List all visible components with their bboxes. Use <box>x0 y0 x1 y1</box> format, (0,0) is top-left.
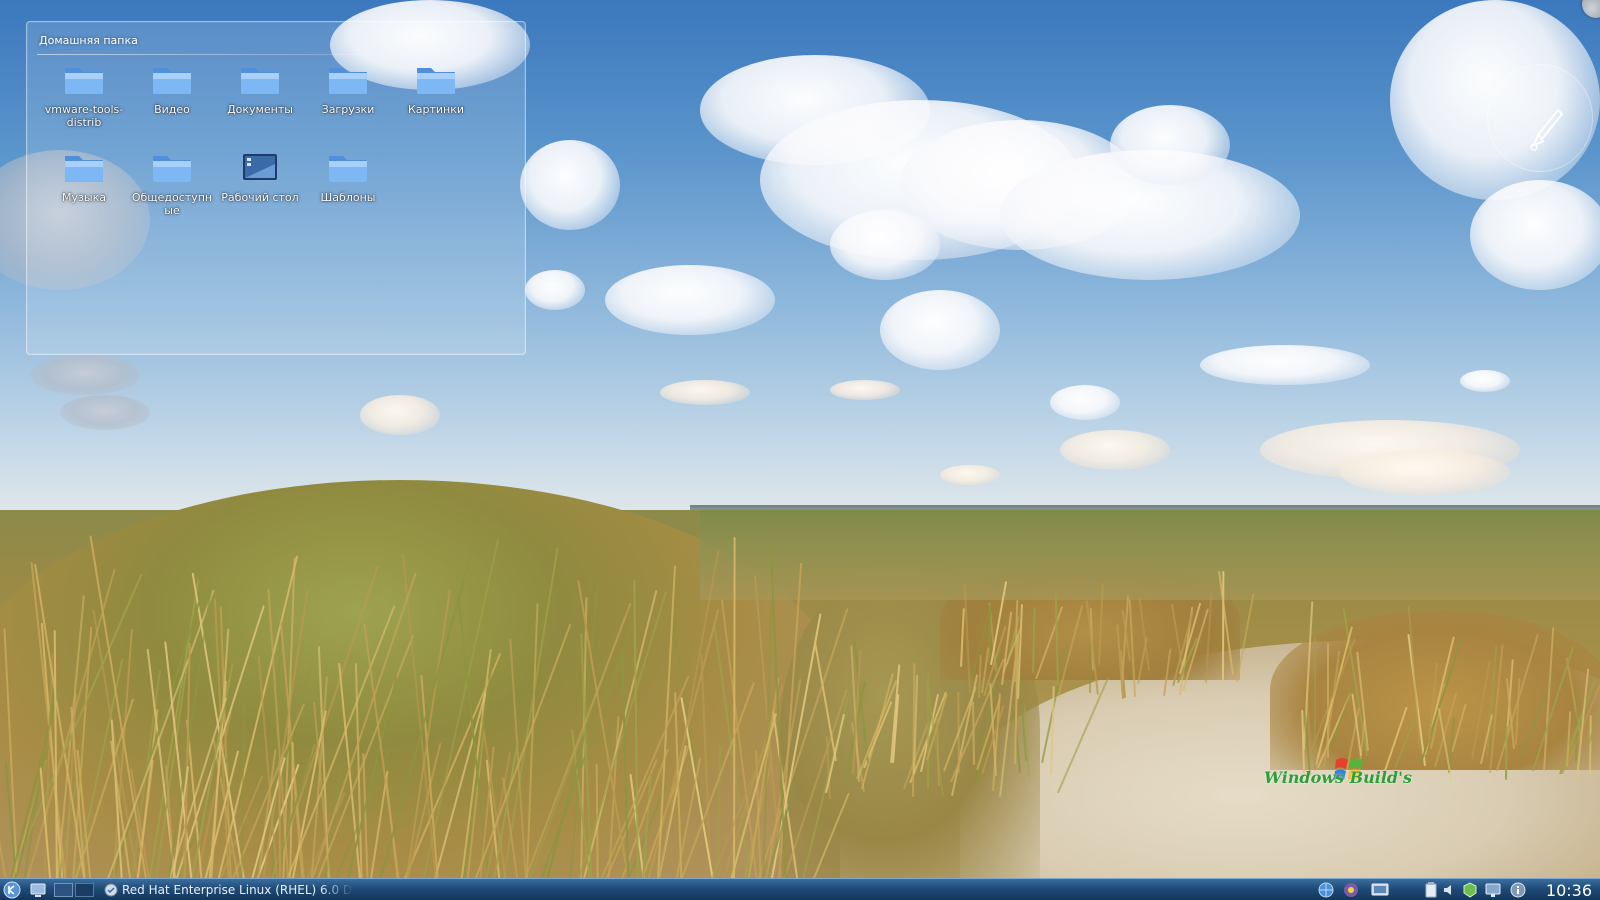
file-item-documents[interactable]: Документы <box>218 62 302 116</box>
folder-view-separator <box>37 54 509 55</box>
folder-icon <box>65 156 103 182</box>
folder-icon <box>153 156 191 182</box>
info-icon[interactable] <box>1509 881 1527 899</box>
show-desktop-icon[interactable] <box>28 881 48 899</box>
folder-icon <box>329 68 367 94</box>
folder-icon <box>329 156 367 182</box>
file-item-vmware-tools-distrib[interactable]: vmware-tools-distrib <box>42 62 126 129</box>
folder-view-title: Домашняя папка <box>39 34 138 47</box>
pager-desktop-1[interactable] <box>54 883 73 897</box>
app-window-icon <box>104 883 118 897</box>
file-item-label: Шаблоны <box>320 191 376 204</box>
task-item-label: Red Hat Enterprise Linux (RHEL) 6.0 Desk… <box>122 883 354 897</box>
file-item-label: vmware-tools-distrib <box>44 103 124 129</box>
display-icon[interactable] <box>1369 881 1391 899</box>
pager-desktop-2[interactable] <box>75 883 94 897</box>
folder-icon <box>65 68 103 94</box>
file-item-music[interactable]: Музыка <box>42 150 126 204</box>
kde-kickoff-icon[interactable] <box>2 881 22 899</box>
grass-blade <box>278 761 281 886</box>
file-item-label: Рабочий стол <box>221 191 299 204</box>
folder-icon <box>241 68 279 94</box>
file-item-label: Общедоступные <box>131 191 213 217</box>
grass-blade <box>1314 636 1317 771</box>
file-item-pictures[interactable]: Картинки <box>394 62 478 116</box>
kde-notifier-icon[interactable] <box>1341 881 1361 899</box>
plasma-toolbox[interactable] <box>1487 64 1593 172</box>
desktop-pager[interactable] <box>54 881 94 899</box>
network-icon[interactable] <box>1316 881 1336 899</box>
file-item-label: Видео <box>154 103 190 116</box>
watermark-text: Windows Build's <box>1264 768 1413 787</box>
file-item-label: Загрузки <box>321 103 375 116</box>
update-icon[interactable] <box>1461 881 1479 899</box>
file-item-templates[interactable]: Шаблоны <box>306 150 390 204</box>
taskbar-clock[interactable]: 10:36 <box>1546 880 1592 900</box>
folder-icon <box>417 68 455 94</box>
file-item-video[interactable]: Видео <box>130 62 214 116</box>
clipboard-icon[interactable] <box>1422 881 1440 899</box>
file-item-label: Картинки <box>407 103 465 116</box>
watermark-logo: Windows Build's <box>1264 752 1424 792</box>
taskbar: Red Hat Enterprise Linux (RHEL) 6.0 Desk… <box>0 878 1600 900</box>
taskbar-task-item[interactable]: Red Hat Enterprise Linux (RHEL) 6.0 Desk… <box>104 880 354 900</box>
folder-icon <box>153 68 191 94</box>
file-item-label: Документы <box>227 103 293 116</box>
monitor-icon[interactable] <box>1484 881 1502 899</box>
desktop[interactable]: Домашняя папка vmware-tools-distrib Виде… <box>0 0 1600 900</box>
desktop-folder-icon <box>243 154 277 180</box>
drawing-pen-icon <box>1530 108 1564 151</box>
home-folder-view[interactable]: Домашняя папка vmware-tools-distrib Виде… <box>26 21 526 355</box>
file-item-label: Музыка <box>62 191 106 204</box>
grass-blade <box>732 536 736 890</box>
volume-icon[interactable] <box>1441 881 1457 899</box>
file-item-public[interactable]: Общедоступные <box>130 150 214 217</box>
file-item-downloads[interactable]: Загрузки <box>306 62 390 116</box>
file-item-desktop[interactable]: Рабочий стол <box>218 150 302 204</box>
